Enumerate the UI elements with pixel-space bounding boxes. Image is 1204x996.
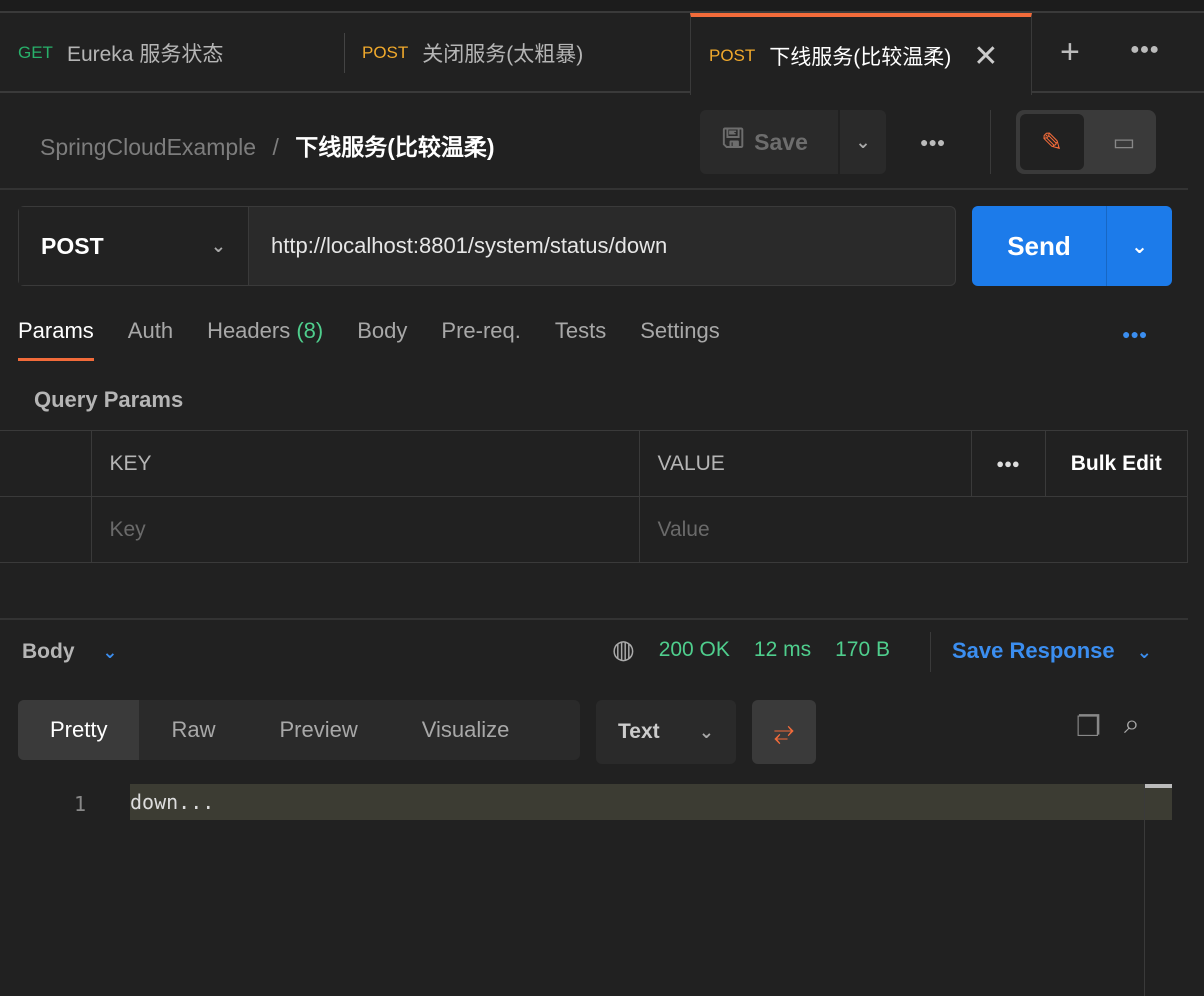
- breadcrumb-request: 下线服务(比较温柔): [295, 134, 495, 160]
- copy-icon[interactable]: ❐: [1076, 710, 1101, 743]
- divider: [0, 188, 1188, 190]
- view-visualize[interactable]: Visualize: [390, 700, 542, 760]
- chevron-down-icon[interactable]: ⌄: [838, 110, 886, 174]
- format-value: Text: [618, 720, 660, 743]
- close-icon[interactable]: ✕: [973, 39, 998, 74]
- send-button[interactable]: Send ⌄: [972, 206, 1172, 286]
- divider: [930, 632, 931, 672]
- chevron-down-icon[interactable]: ⌄: [1106, 206, 1172, 286]
- response-time[interactable]: 12 ms: [754, 638, 811, 665]
- body-label: Body: [22, 640, 75, 663]
- response-size[interactable]: 170 B: [835, 638, 890, 665]
- tab-headers[interactable]: Headers (8): [207, 318, 323, 361]
- url-bar: POST ⌄ http://localhost:8801/system/stat…: [18, 206, 956, 286]
- method-value: POST: [41, 232, 104, 259]
- response-body-select[interactable]: Body ⌄: [22, 640, 117, 664]
- breadcrumb: SpringCloudExample / 下线服务(比较温柔): [40, 128, 495, 162]
- plus-icon[interactable]: +: [1060, 33, 1080, 72]
- table-header: KEY VALUE ●●● Bulk Edit: [0, 430, 1188, 497]
- divider: [990, 110, 991, 174]
- headers-count: (8): [296, 318, 324, 343]
- tab-title: 关闭服务(太粗暴): [422, 43, 584, 66]
- table-row: Key Value: [0, 496, 1188, 563]
- chevron-down-icon: ⌄: [210, 235, 226, 256]
- request-subtabs: Params Auth Headers (8) Body Pre-req. Te…: [18, 318, 720, 361]
- title-bar: [0, 0, 1204, 13]
- tab-body[interactable]: Body: [357, 318, 407, 361]
- view-raw[interactable]: Raw: [139, 700, 247, 760]
- method-select[interactable]: POST ⌄: [19, 207, 249, 285]
- save-button[interactable]: 🖫 Save ⌄: [700, 110, 886, 174]
- more-icon[interactable]: ●●●: [920, 134, 945, 150]
- breadcrumb-collection[interactable]: SpringCloudExample: [40, 134, 256, 160]
- search-icon[interactable]: ⌕: [1124, 708, 1140, 741]
- format-select[interactable]: Text ⌄: [596, 700, 736, 764]
- response-view-tabs: Pretty Raw Preview Visualize: [18, 700, 580, 760]
- method-badge: POST: [362, 43, 409, 62]
- cell: [0, 430, 92, 497]
- breadcrumb-separator: /: [272, 134, 279, 160]
- request-tabs: GET Eureka 服务状态 POST 关闭服务(太粗暴) POST 下线服务…: [0, 13, 1204, 95]
- tab-title: Eureka 服务状态: [66, 43, 224, 66]
- view-toggle: ✎ ▭: [1016, 110, 1156, 174]
- code-text: down...: [130, 790, 215, 814]
- tab-label: Headers: [207, 318, 291, 343]
- response-meta: ◍ 200 OK 12 ms 170 B: [612, 634, 890, 665]
- wrap-lines-icon[interactable]: ⥂: [752, 700, 816, 764]
- tab-eureka-status[interactable]: GET Eureka 服务状态: [0, 13, 344, 93]
- more-icon[interactable]: ●●●: [1122, 326, 1147, 342]
- view-pretty[interactable]: Pretty: [18, 700, 140, 760]
- status-code[interactable]: 200 OK: [659, 638, 730, 665]
- chevron-down-icon: ⌄: [698, 721, 714, 742]
- cell: [0, 496, 92, 563]
- tab-tests[interactable]: Tests: [555, 318, 606, 361]
- method-badge: POST: [709, 46, 756, 65]
- save-label: Save: [754, 128, 808, 155]
- value-header: VALUE: [638, 430, 972, 497]
- tab-offline[interactable]: POST 下线服务(比较温柔) ✕: [690, 13, 1032, 95]
- chevron-down-icon: ⌄: [1136, 642, 1152, 662]
- pencil-icon[interactable]: ✎: [1020, 114, 1084, 170]
- tab-title: 下线服务(比较温柔): [769, 46, 952, 69]
- tab-auth[interactable]: Auth: [128, 318, 173, 361]
- tab-shutdown[interactable]: POST 关闭服务(太粗暴): [344, 13, 690, 93]
- value-input[interactable]: Value: [638, 496, 1188, 563]
- tab-settings[interactable]: Settings: [640, 318, 720, 361]
- key-input[interactable]: Key: [90, 496, 640, 563]
- scrollbar[interactable]: [1144, 784, 1172, 996]
- more-icon[interactable]: ●●●: [970, 430, 1046, 497]
- save-response-label: Save Response: [952, 638, 1115, 663]
- query-params-title: Query Params: [34, 387, 184, 412]
- globe-icon[interactable]: ◍: [612, 634, 635, 665]
- params-table: KEY VALUE ●●● Bulk Edit Key Value: [0, 430, 1188, 563]
- code-line[interactable]: down...: [130, 784, 1172, 820]
- tab-params[interactable]: Params: [18, 318, 94, 361]
- comment-icon[interactable]: ▭: [1096, 114, 1152, 170]
- url-input[interactable]: http://localhost:8801/system/status/down: [249, 233, 667, 259]
- more-icon[interactable]: ●●●: [1130, 41, 1159, 59]
- save-icon: 🖫: [722, 123, 745, 153]
- method-badge: GET: [18, 43, 53, 62]
- chevron-down-icon: ⌄: [102, 642, 118, 662]
- tab-prereq[interactable]: Pre-req.: [441, 318, 520, 361]
- divider: [0, 618, 1188, 620]
- send-label: Send: [1007, 230, 1071, 261]
- line-number: 1: [74, 792, 87, 816]
- save-response-button[interactable]: Save Response ⌄: [952, 638, 1152, 664]
- key-header: KEY: [90, 430, 640, 497]
- bulk-edit-button[interactable]: Bulk Edit: [1044, 430, 1188, 497]
- view-preview[interactable]: Preview: [247, 700, 389, 760]
